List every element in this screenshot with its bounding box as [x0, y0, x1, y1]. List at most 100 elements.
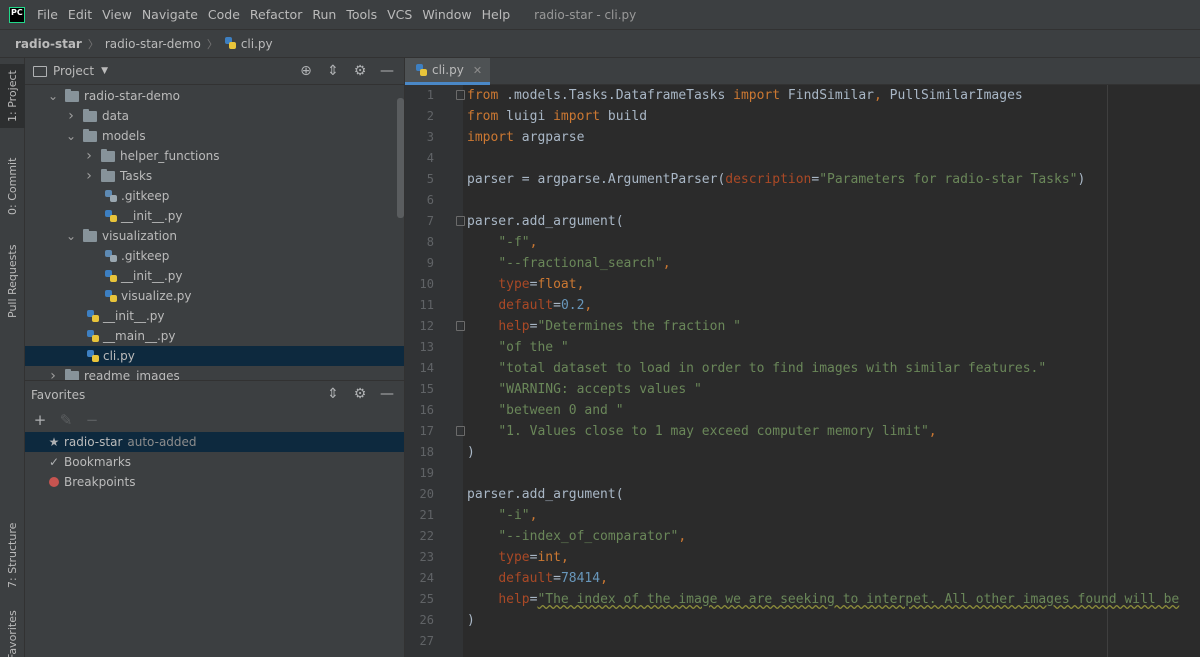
menu-view[interactable]: View — [102, 7, 132, 22]
code-line[interactable]: 19 — [405, 463, 1200, 484]
code-editor[interactable]: 1 from .models.Tasks.DataframeTasks impor… — [405, 85, 1200, 657]
tree-item[interactable]: ⌄ models — [25, 126, 404, 146]
menu-tools[interactable]: Tools — [346, 7, 377, 22]
tree-item[interactable]: › data — [25, 106, 404, 126]
hide-panel-icon[interactable]: — — [378, 385, 396, 403]
code-line[interactable]: 1 from .models.Tasks.DataframeTasks impor… — [405, 85, 1200, 106]
menu-refactor[interactable]: Refactor — [250, 7, 302, 22]
tool-tab-favorites[interactable]: Favorites — [0, 611, 25, 657]
code-line[interactable]: 20 parser.add_argument( — [405, 484, 1200, 505]
code-line[interactable]: 14 "total dataset to load in order to fi… — [405, 358, 1200, 379]
chevron-right-icon[interactable]: › — [47, 368, 59, 380]
code-line[interactable]: 15 "WARNING: accepts values " — [405, 379, 1200, 400]
fold-marker-icon[interactable] — [456, 90, 465, 100]
code-line[interactable]: 17 "1. Values close to 1 may exceed comp… — [405, 421, 1200, 442]
collapse-all-icon[interactable]: ⇕ — [324, 385, 342, 403]
fold-marker-icon[interactable] — [456, 426, 465, 436]
tree-item[interactable]: visualize.py — [25, 286, 404, 306]
tree-item[interactable]: ⌄ visualization — [25, 226, 404, 246]
code-line[interactable]: 4 — [405, 148, 1200, 169]
menu-file[interactable]: File — [37, 7, 58, 22]
tool-tab-structure[interactable]: 7: Structure — [0, 516, 25, 594]
chevron-down-icon[interactable]: ▼ — [101, 66, 108, 76]
collapse-all-icon[interactable]: ⇕ — [324, 62, 342, 80]
menu-help[interactable]: Help — [482, 7, 511, 22]
close-icon[interactable]: ✕ — [473, 64, 482, 77]
menu-edit[interactable]: Edit — [68, 7, 92, 22]
fold-marker-icon[interactable] — [456, 216, 465, 226]
code-line[interactable]: 18) — [405, 442, 1200, 463]
tree-item[interactable]: __main__.py — [25, 326, 404, 346]
code-token: from — [467, 88, 499, 103]
breadcrumb-project[interactable]: radio-star — [15, 37, 82, 51]
menu-navigate[interactable]: Navigate — [142, 7, 198, 22]
breadcrumb-folder[interactable]: radio-star-demo — [105, 37, 201, 51]
code-line[interactable]: 16 "between 0 and " — [405, 400, 1200, 421]
code-line[interactable]: 12 help="Determines the fraction " — [405, 316, 1200, 337]
code-line[interactable]: 13 "of the " — [405, 337, 1200, 358]
code-line[interactable]: 27 — [405, 631, 1200, 652]
code-token: parser.add_argument( — [467, 487, 624, 502]
chevron-down-icon[interactable]: ⌄ — [47, 89, 59, 103]
code-line[interactable]: 26) — [405, 610, 1200, 631]
tree-item[interactable]: › Tasks — [25, 166, 404, 186]
code-line[interactable]: 6 — [405, 190, 1200, 211]
tree-item[interactable]: __init__.py — [25, 306, 404, 326]
tree-item[interactable]: .gitkeep — [25, 246, 404, 266]
tree-item[interactable]: › helper_functions — [25, 146, 404, 166]
chevron-right-icon[interactable]: › — [83, 148, 95, 164]
tree-item[interactable]: cli.py — [25, 346, 404, 366]
fold-marker-icon[interactable] — [456, 321, 465, 331]
code-text: default=0.2, — [467, 295, 592, 316]
favorites-item[interactable]: ★ radio-star auto-added — [25, 432, 404, 452]
project-panel: Project ▼ ⊕ ⇕ ⚙ — ⌄ radio-star-demo › data ⌄… — [25, 58, 405, 380]
tool-tab-project[interactable]: 1: Project — [0, 64, 25, 128]
menu-run[interactable]: Run — [312, 7, 336, 22]
code-line[interactable]: 2 from luigi import build — [405, 106, 1200, 127]
chevron-right-icon[interactable]: › — [83, 168, 95, 184]
gear-icon[interactable]: ⚙ — [351, 385, 369, 403]
code-line[interactable]: 7 parser.add_argument( — [405, 211, 1200, 232]
editor-tab-cli[interactable]: cli.py ✕ — [405, 58, 491, 85]
code-line[interactable]: 22 "--index_of_comparator", — [405, 526, 1200, 547]
code-text: "WARNING: accepts values " — [467, 379, 702, 400]
tree-item[interactable]: › readme_images — [25, 366, 404, 380]
favorites-item-label: radio-star — [64, 435, 123, 449]
add-icon[interactable]: + — [31, 411, 49, 429]
code-token: 78414 — [560, 571, 601, 586]
check-icon: ✓ — [48, 455, 60, 469]
code-line[interactable]: 5 parser = argparse.ArgumentParser(descri… — [405, 169, 1200, 190]
favorites-item[interactable]: Breakpoints — [25, 472, 404, 492]
code-token: "Parameters for radio-star Tasks" — [819, 172, 1078, 187]
edit-icon[interactable]: ✎ — [57, 411, 75, 429]
project-scrollbar[interactable] — [397, 98, 404, 218]
menu-vcs[interactable]: VCS — [387, 7, 412, 22]
code-line[interactable]: 10 type=float, — [405, 274, 1200, 295]
tool-tab-commit[interactable]: 0: Commit — [0, 146, 25, 226]
chevron-down-icon[interactable]: ⌄ — [65, 129, 77, 143]
code-line[interactable]: 8 "-f", — [405, 232, 1200, 253]
tree-item[interactable]: .gitkeep — [25, 186, 404, 206]
tree-item[interactable]: __init__.py — [25, 266, 404, 286]
tree-item[interactable]: ⌄ radio-star-demo — [25, 86, 404, 106]
gear-icon[interactable]: ⚙ — [351, 62, 369, 80]
breadcrumb-file[interactable]: cli.py — [241, 37, 273, 51]
remove-icon[interactable]: − — [83, 411, 101, 429]
code-line[interactable]: 3 import argparse — [405, 127, 1200, 148]
project-panel-title[interactable]: Project — [53, 64, 94, 78]
favorites-item[interactable]: ✓ Bookmarks — [25, 452, 404, 472]
chevron-down-icon[interactable]: ⌄ — [65, 229, 77, 243]
tool-tab-pull-requests[interactable]: Pull Requests — [0, 240, 25, 322]
hide-panel-icon[interactable]: — — [378, 62, 396, 80]
code-line[interactable]: 9 "--fractional_search", — [405, 253, 1200, 274]
tree-item[interactable]: __init__.py — [25, 206, 404, 226]
code-line[interactable]: 24 default=78414, — [405, 568, 1200, 589]
code-line[interactable]: 11 default=0.2, — [405, 295, 1200, 316]
code-line[interactable]: 21 "-i", — [405, 505, 1200, 526]
code-line[interactable]: 25 help="The index of the image we are s… — [405, 589, 1200, 610]
code-line[interactable]: 23 type=int, — [405, 547, 1200, 568]
locate-file-icon[interactable]: ⊕ — [297, 62, 315, 80]
menu-code[interactable]: Code — [208, 7, 240, 22]
chevron-right-icon[interactable]: › — [65, 108, 77, 124]
menu-window[interactable]: Window — [422, 7, 471, 22]
